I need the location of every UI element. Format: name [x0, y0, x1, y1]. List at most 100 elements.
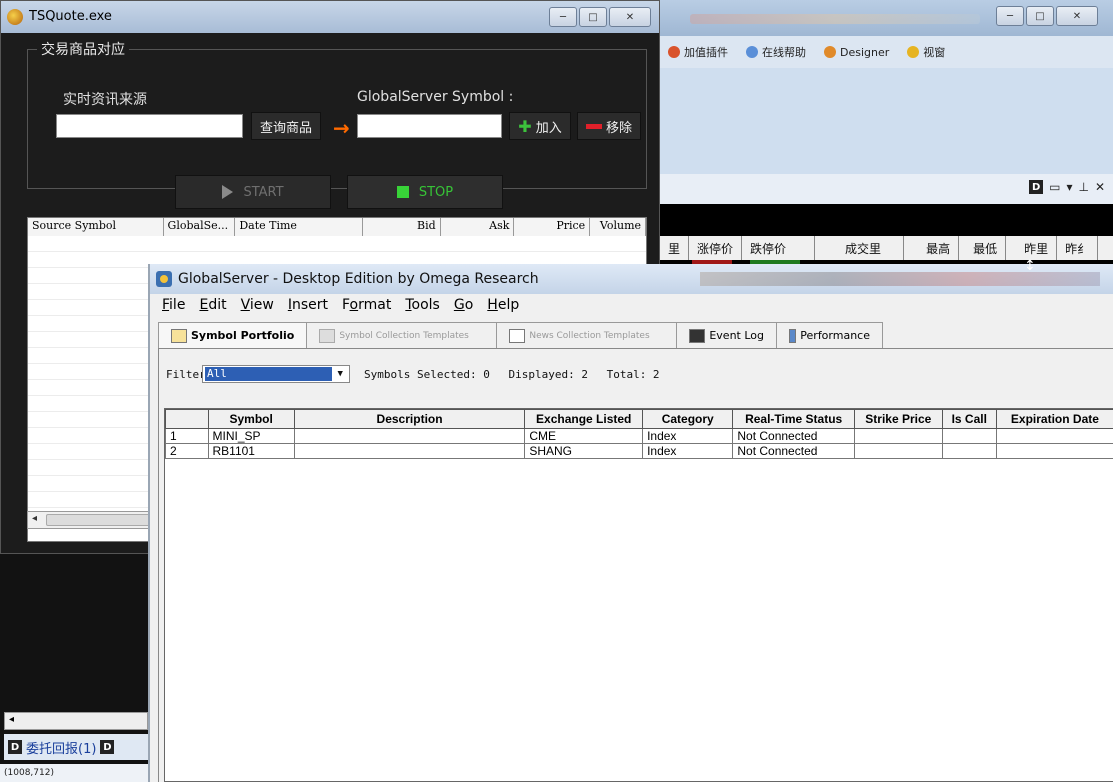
maximize-button[interactable]: □ [579, 7, 607, 27]
filter-label: Filter [166, 367, 202, 381]
column-header[interactable]: Category [642, 409, 734, 429]
quote-col[interactable]: 涨停价 [689, 236, 743, 260]
tab-order-report[interactable]: 委托回报(1) [26, 738, 96, 757]
column-header[interactable]: Description [293, 409, 526, 429]
column-header[interactable]: Strike Price [853, 409, 943, 429]
toolbar-area [660, 68, 1113, 175]
menu-file[interactable]: File [162, 297, 185, 313]
menu-help[interactable]: Help [487, 297, 519, 313]
tab-symbol-collection-templates[interactable]: Symbol Collection Templates [307, 322, 498, 348]
row-number: 1 [165, 428, 209, 444]
horizontal-scrollbar[interactable]: ◂ [27, 511, 157, 529]
minimize-button[interactable]: ─ [549, 7, 577, 27]
column-header[interactable]: Ask [441, 218, 515, 236]
chevron-down-icon[interactable]: ▼ [332, 369, 350, 379]
menu-tools[interactable]: Tools [405, 297, 440, 313]
tab-label: Performance [800, 329, 870, 342]
dropdown-icon[interactable]: ▾ [1066, 180, 1072, 194]
quote-col[interactable]: 里 [660, 236, 690, 260]
menubar: File Edit View Insert Format Tools Go He… [150, 294, 1113, 316]
column-header[interactable]: Exchange Listed [524, 409, 644, 429]
column-header[interactable]: Real-Time Status [732, 409, 855, 429]
arrow-icon: → [333, 116, 350, 140]
quote-col[interactable]: 昨纟 [1057, 236, 1099, 260]
minimize-button[interactable]: ─ [996, 6, 1024, 26]
scroll-thumb[interactable] [46, 514, 150, 526]
filter-row: Filter All ▼ Symbols Selected: 0 Display… [166, 364, 672, 384]
scroll-left-icon[interactable]: ◂ [9, 714, 14, 725]
column-header[interactable]: Price [514, 218, 591, 236]
scroll-left-icon[interactable]: ◂ [32, 513, 37, 524]
panel-bar: D ▭ ▾ ⊥ ✕ [660, 174, 1113, 205]
menu-item-plugins[interactable]: 加值插件 [668, 44, 728, 60]
column-header[interactable]: Expiration Date [995, 409, 1113, 429]
status-cell: Not Connected [732, 443, 855, 459]
menu-label: 视窗 [923, 46, 946, 59]
maximize-button[interactable]: □ [1026, 6, 1054, 26]
menu-go[interactable]: Go [454, 297, 473, 313]
column-header[interactable]: Bid [363, 218, 441, 236]
bottom-tab-strip: D 委托回报(1) D [4, 734, 148, 760]
source-symbol-input[interactable] [56, 114, 243, 138]
window-title: GlobalServer - Desktop Edition by Omega … [178, 271, 539, 287]
description-cell [293, 428, 526, 444]
menu-view[interactable]: View [241, 297, 274, 313]
symbol-stats: Symbols Selected: 0 Displayed: 2 Total: … [364, 368, 672, 381]
menu-item-window[interactable]: 视窗 [907, 44, 945, 60]
column-header[interactable]: Is Call [941, 409, 997, 429]
float-icon[interactable]: ▭ [1049, 180, 1060, 194]
quote-col[interactable]: 最低 [959, 236, 1007, 260]
start-button[interactable]: START [175, 175, 331, 209]
symbol-grid[interactable]: Symbol Description Exchange Listed Categ… [164, 408, 1113, 782]
pin-icon[interactable]: ⊥ [1078, 180, 1088, 194]
symbol-cell: MINI_SP [207, 428, 295, 444]
strike-cell [853, 428, 943, 444]
column-header[interactable] [165, 409, 209, 429]
stop-button[interactable]: STOP [347, 175, 503, 209]
close-button[interactable]: ✕ [609, 7, 651, 27]
column-header[interactable]: Volume [590, 218, 646, 236]
remove-button[interactable]: 移除 [577, 112, 641, 140]
close-icon[interactable]: ✕ [1095, 180, 1105, 194]
quote-col[interactable]: 最高 [904, 236, 960, 260]
column-header[interactable]: Date Time [235, 218, 363, 236]
column-header[interactable]: GlobalSe... [164, 218, 236, 236]
menu-label: 在线帮助 [762, 46, 806, 59]
blurred-area [700, 272, 1100, 286]
menu-edit[interactable]: Edit [199, 297, 226, 313]
add-button[interactable]: ✚ 加入 [509, 112, 571, 140]
symbol-cell: RB1101 [207, 443, 295, 459]
start-label: START [243, 184, 284, 200]
d-icon[interactable]: D [1029, 180, 1044, 194]
quote-col[interactable]: 昨里 [1006, 236, 1058, 260]
filter-select[interactable]: All ▼ [202, 365, 350, 383]
tab-label: Event Log [709, 329, 764, 342]
horizontal-scrollbar[interactable]: ◂ [4, 712, 148, 730]
tab-performance[interactable]: Performance [777, 322, 883, 348]
status-cell: Not Connected [732, 428, 855, 444]
tab-news-collection-templates[interactable]: News Collection Templates [497, 322, 678, 348]
panel-controls: D ▭ ▾ ⊥ ✕ [1029, 180, 1105, 194]
close-button[interactable]: ✕ [1056, 6, 1098, 26]
table-row[interactable]: 2 RB1101 SHANG Index Not Connected [165, 443, 1113, 459]
gs-symbol-input[interactable] [357, 114, 502, 138]
menu-item-help[interactable]: 在线帮助 [746, 44, 806, 60]
menu-label: 加值插件 [684, 46, 728, 59]
quote-col[interactable]: 成交里 [815, 236, 905, 260]
quote-col[interactable]: 跌停价 [742, 236, 816, 260]
quote-header: 里 涨停价 跌停价 成交里 最高 最低 昨里 昨纟 [660, 236, 1113, 261]
remove-label: 移除 [605, 120, 632, 136]
menu-insert[interactable]: Insert [288, 297, 328, 313]
tab-symbol-portfolio[interactable]: Symbol Portfolio [158, 322, 308, 348]
column-header[interactable]: Symbol [207, 409, 295, 429]
query-symbol-button[interactable]: 查询商品 [251, 112, 321, 140]
globalserver-window: GlobalServer - Desktop Edition by Omega … [148, 264, 1113, 782]
menu-format[interactable]: Format [342, 297, 391, 313]
tab-event-log[interactable]: Event Log [677, 322, 777, 348]
plugin-icon [668, 46, 680, 58]
table-row[interactable]: 1 MINI_SP CME Index Not Connected [165, 428, 1113, 444]
tab-label: News Collection Templates [529, 330, 650, 341]
column-header[interactable]: Source Symbol [28, 218, 164, 236]
symbols-selected: Symbols Selected: 0 [364, 367, 490, 381]
menu-item-designer[interactable]: Designer [824, 46, 889, 59]
